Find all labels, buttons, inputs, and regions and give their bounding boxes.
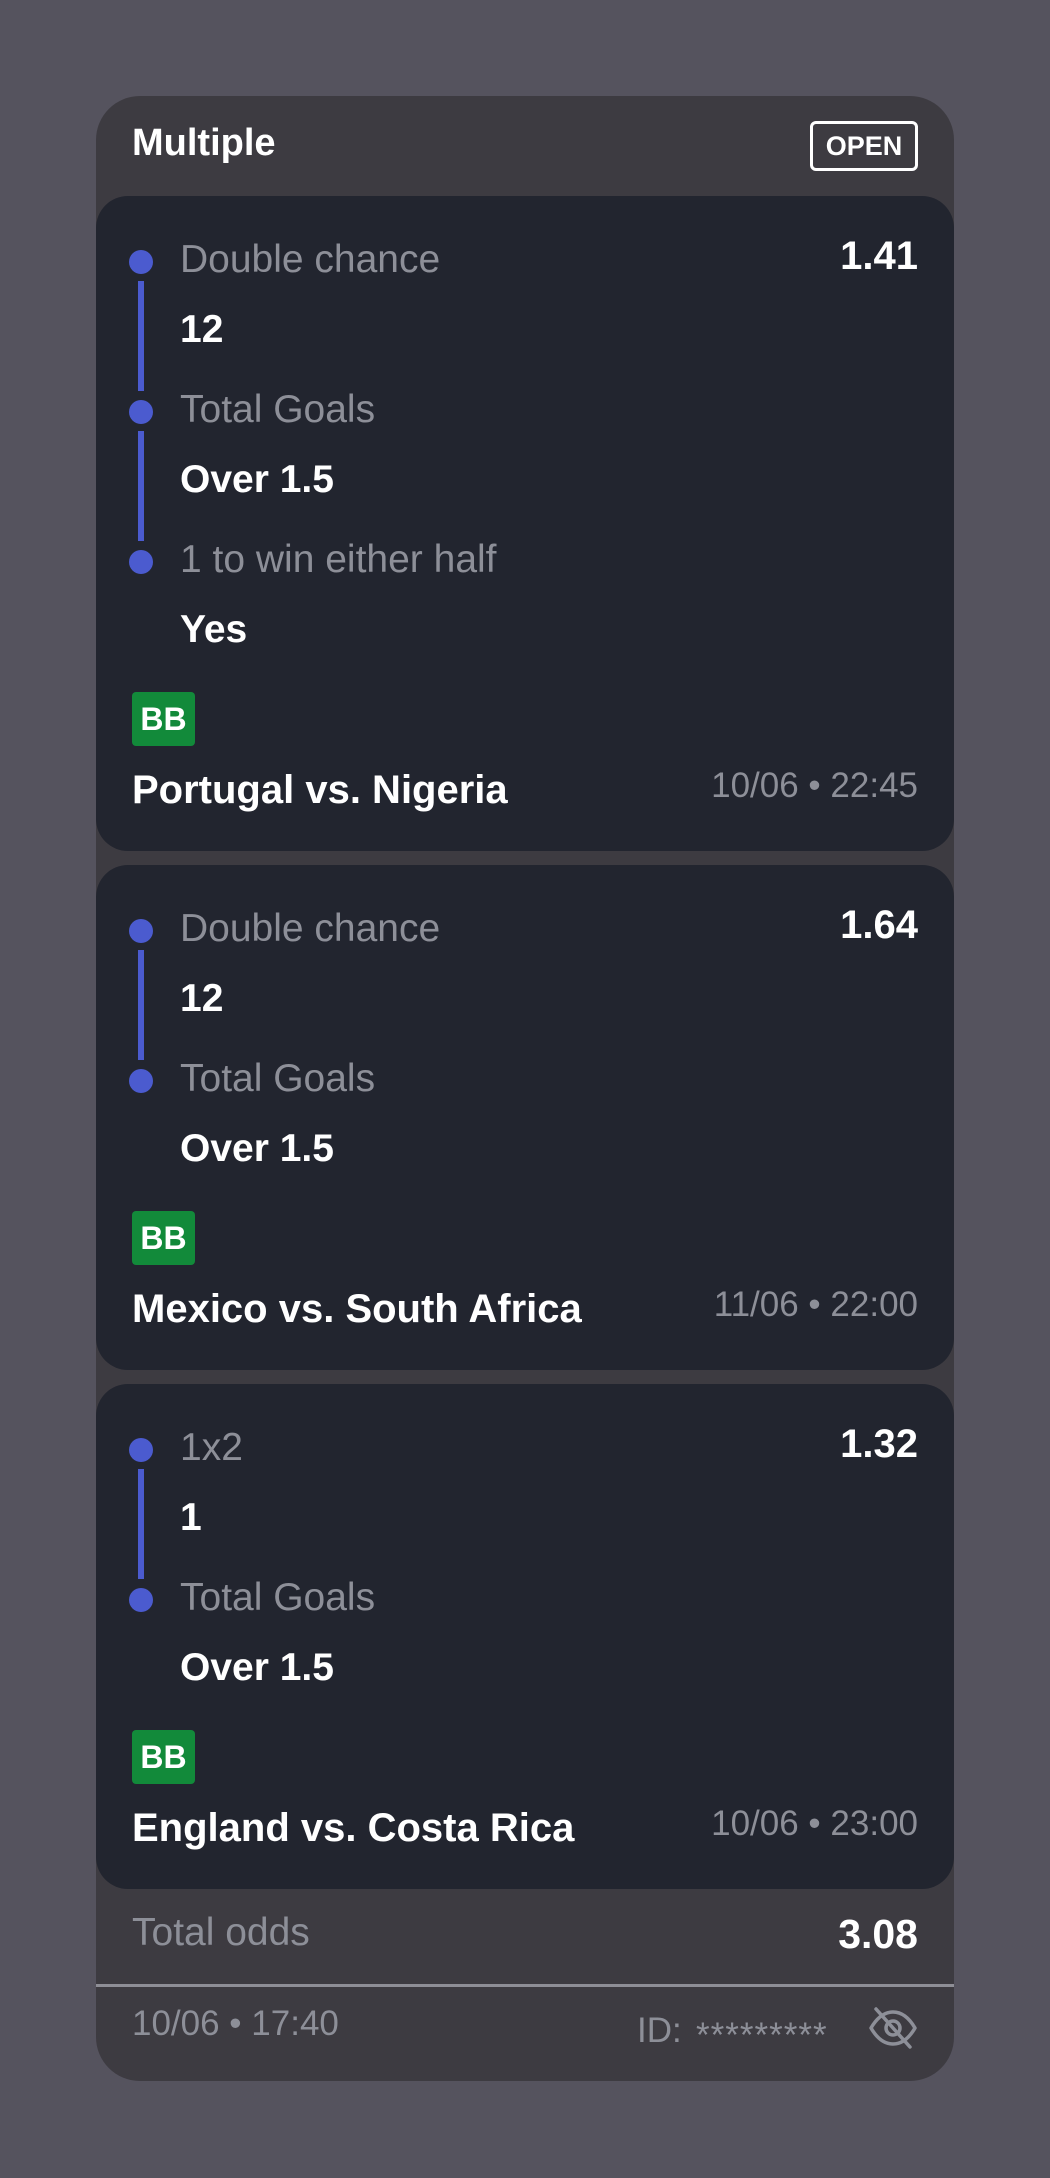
match-name: England vs. Costa Rica [132,1806,575,1850]
leg-dot [129,1588,153,1612]
bb-badge: BB [132,1730,195,1784]
bet-odds: 1.41 [840,234,918,278]
match-name: Portugal vs. Nigeria [132,768,508,812]
slip-title: Multiple [132,122,276,164]
match-time: 10/06 • 22:45 [711,766,918,805]
leg-connector [138,431,144,541]
status-badge: OPEN [810,121,918,171]
leg-dot [129,550,153,574]
placed-time: 10/06 • 17:40 [132,2004,339,2043]
leg-selection: Yes [180,608,248,651]
bb-badge: BB [132,1211,195,1265]
leg-dot [129,1438,153,1462]
leg-market: Double chance [180,907,441,950]
bet-id-label: ID: [637,2011,682,2050]
leg-connector [138,1469,144,1579]
match-time: 10/06 • 23:00 [711,1804,918,1843]
leg-market: Total Goals [180,1057,376,1100]
bet-card[interactable]: 1.64 Double chance 12 Total Goals Over 1… [96,865,954,1370]
leg-market: Total Goals [180,1576,376,1619]
bb-badge: BB [132,692,195,746]
leg-market: 1 to win either half [180,538,497,581]
leg-connector [138,281,144,391]
bet-odds: 1.32 [840,1422,918,1466]
leg-selection: Over 1.5 [180,1127,334,1170]
bet-slip: Multiple OPEN 1.41 Double chance 12 Tota… [96,96,954,2081]
match-name: Mexico vs. South Africa [132,1287,582,1331]
total-odds-value: 3.08 [838,1911,918,1957]
bet-card[interactable]: 1.32 1x2 1 Total Goals Over 1.5 BB Engla… [96,1384,954,1889]
leg-market: Total Goals [180,388,376,431]
match-time: 11/06 • 22:00 [713,1285,918,1324]
total-odds-label: Total odds [132,1911,310,1954]
divider [96,1984,954,1987]
leg-selection: Over 1.5 [180,1646,334,1689]
slip-header: Multiple OPEN [96,96,954,196]
leg-dot [129,250,153,274]
leg-dot [129,400,153,424]
leg-dot [129,1069,153,1093]
leg-selection: 1 [180,1496,202,1539]
bet-card[interactable]: 1.41 Double chance 12 Total Goals Over 1… [96,196,954,851]
bet-id-value: ********* [696,2016,828,2055]
leg-selection: 12 [180,308,224,351]
leg-connector [138,950,144,1060]
leg-dot [129,919,153,943]
leg-market: 1x2 [180,1426,243,1469]
leg-market: Double chance [180,238,441,281]
bet-odds: 1.64 [840,903,918,947]
eye-off-icon[interactable] [868,2003,918,2053]
leg-selection: Over 1.5 [180,458,334,501]
leg-selection: 12 [180,977,224,1020]
